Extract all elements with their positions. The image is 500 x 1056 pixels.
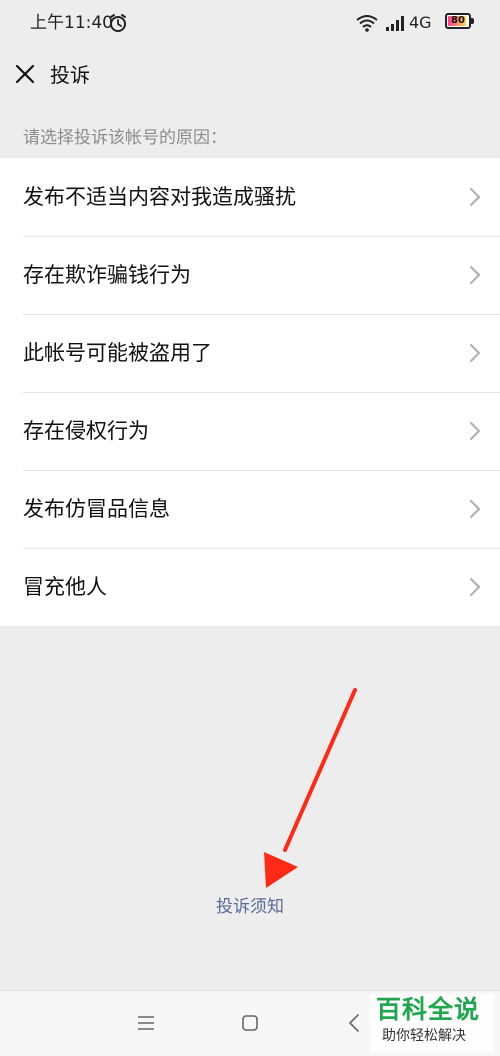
- signal-icon: [386, 16, 404, 31]
- nav-bar: 投诉: [0, 46, 500, 104]
- wifi-icon: [356, 15, 378, 32]
- home-icon[interactable]: [241, 1014, 259, 1032]
- section-hint-text: 请选择投诉该帐号的原因：: [23, 128, 227, 148]
- reason-label: 存在欺诈骗钱行为: [23, 263, 191, 287]
- chevron-right-icon: [469, 343, 481, 363]
- watermark: 百科全说 助你轻松解决: [370, 994, 494, 1052]
- chevron-right-icon: [469, 265, 481, 285]
- battery-cap: [471, 18, 474, 24]
- close-icon[interactable]: [14, 63, 36, 85]
- battery-level: 80: [451, 15, 465, 26]
- back-icon[interactable]: [347, 1013, 361, 1033]
- status-bar: 上午11:40 4G 80: [0, 0, 500, 46]
- section-hint: 请选择投诉该帐号的原因：: [0, 104, 500, 158]
- chevron-right-icon: [469, 499, 481, 519]
- menu-icon[interactable]: [137, 1015, 155, 1031]
- alarm-icon: [110, 14, 126, 32]
- watermark-title: 百科全说: [376, 995, 481, 1024]
- reason-list: 发布不适当内容对我造成骚扰 存在欺诈骗钱行为 此帐号可能被盗用了 存在侵权行为 …: [0, 158, 500, 626]
- reason-item-harassment[interactable]: 发布不适当内容对我造成骚扰: [0, 158, 500, 236]
- reason-item-impersonation[interactable]: 冒充他人: [0, 548, 500, 626]
- status-time: 上午11:40: [30, 13, 113, 33]
- reason-label: 此帐号可能被盗用了: [23, 341, 212, 365]
- chevron-right-icon: [469, 577, 481, 597]
- battery-icon: 80: [445, 13, 471, 29]
- reason-label: 发布不适当内容对我造成骚扰: [23, 185, 296, 209]
- reason-label: 存在侵权行为: [23, 419, 149, 443]
- reason-item-stolen-account[interactable]: 此帐号可能被盗用了: [0, 314, 500, 392]
- reason-item-counterfeit[interactable]: 发布仿冒品信息: [0, 470, 500, 548]
- chevron-right-icon: [469, 187, 481, 207]
- complaint-notice-link[interactable]: 投诉须知: [0, 895, 500, 919]
- reason-item-infringement[interactable]: 存在侵权行为: [0, 392, 500, 470]
- chevron-right-icon: [469, 421, 481, 441]
- watermark-subtitle: 助你轻松解决: [382, 1028, 466, 1044]
- reason-item-fraud[interactable]: 存在欺诈骗钱行为: [0, 236, 500, 314]
- page-title: 投诉: [50, 63, 90, 87]
- reason-label: 冒充他人: [23, 575, 107, 599]
- reason-label: 发布仿冒品信息: [23, 497, 170, 521]
- network-type: 4G: [409, 13, 432, 32]
